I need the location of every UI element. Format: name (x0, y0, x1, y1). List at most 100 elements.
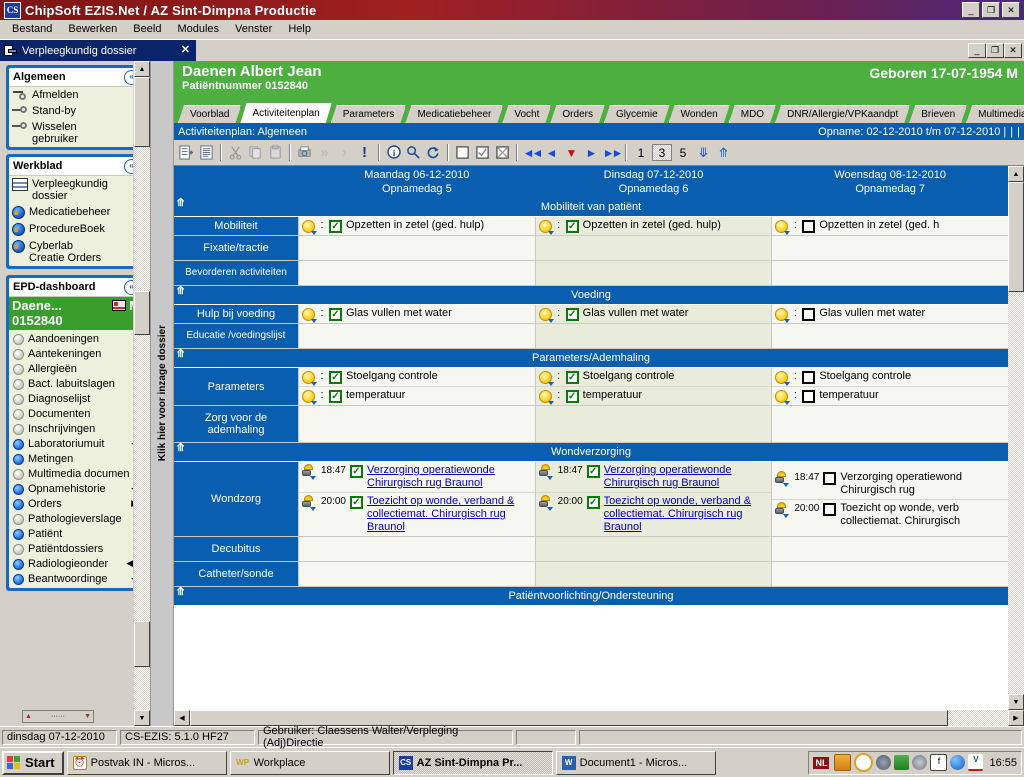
taskbar-item-workplace[interactable]: WP Workplace (229, 750, 390, 775)
grid-cell[interactable] (534, 406, 772, 442)
activity-entry[interactable]: 18:47 ✓ Verzorging operatiewonde Chirurg… (536, 462, 772, 492)
fast-forward-icon[interactable]: » (315, 143, 334, 162)
row-header[interactable]: Decubitus (174, 537, 298, 561)
sidebar-scroll-thumb-bottom[interactable] (134, 621, 150, 667)
mdi-tab-close-icon[interactable]: ✕ (181, 45, 190, 56)
grid-cell[interactable]: 18:47 Verzorging operatiewond Chirurgisc… (771, 462, 1008, 536)
dashboard-item-multimedia-documenten[interactable]: Multimedia documen (9, 466, 143, 481)
grid-cell[interactable] (771, 562, 1008, 586)
entry-checkbox[interactable]: ✓ (350, 496, 363, 509)
entry-checkbox[interactable]: ✓ (586, 465, 600, 478)
tab-brieven[interactable]: Brieven (909, 105, 967, 123)
entry-link[interactable]: Toezicht op wonde, verband & collectiema… (367, 495, 532, 534)
paste-icon[interactable] (266, 143, 285, 162)
section-collapse-icon[interactable]: ⤊ (176, 587, 185, 598)
inzage-dossier-strip[interactable]: Klik hier voor inzage dossier (150, 61, 174, 726)
grid-scroll-up-button[interactable]: ▲ (1008, 166, 1024, 182)
section-collapse-icon[interactable]: ⤊ (176, 349, 185, 360)
forward-icon[interactable]: › (335, 143, 354, 162)
sidebar-item-wisselen-gebruiker[interactable]: Wisselen gebruiker (9, 119, 143, 147)
entry-checkbox[interactable] (802, 308, 816, 321)
tab-mdo[interactable]: MDO (729, 105, 776, 123)
grid-cell[interactable] (534, 236, 772, 260)
sidebar-scroll-thumb-upper[interactable] (134, 77, 150, 147)
grid-cell[interactable]: 18:47 ✓ Verzorging operatiewonde Chirurg… (534, 462, 772, 536)
dashboard-item-opnamehistorie[interactable]: Opnamehistorie ◀◀ (9, 481, 143, 496)
grid-cell[interactable]: : ✓ Stoelgang controle : ✓ temperatuur (298, 368, 535, 405)
sidebar-scroll-down-button[interactable]: ▼ (134, 710, 150, 726)
activity-entry[interactable]: : ✓ temperatuur (535, 386, 772, 405)
entry-checkbox[interactable]: ✓ (586, 496, 600, 509)
activity-entry[interactable]: : ✓ Opzetten in zetel (ged. hulp) (536, 217, 772, 235)
dashboard-item-inschrijvingen[interactable]: Inschrijvingen (9, 421, 143, 436)
grid-cell[interactable] (298, 406, 535, 442)
child-close-button[interactable]: ✕ (1004, 43, 1022, 58)
grid-cell[interactable] (534, 261, 772, 285)
activity-entry[interactable]: : Opzetten in zetel (ged. h (772, 217, 1008, 235)
dashboard-item-aandoeningen[interactable]: Aandoeningen (9, 331, 143, 346)
entry-link[interactable]: Verzorging operatiewonde Chirurgisch rug… (367, 464, 532, 490)
entry-checkbox[interactable] (823, 471, 837, 485)
grid-scroll-thumb[interactable] (1008, 182, 1024, 292)
tab-glycemie[interactable]: Glycemie (604, 105, 670, 123)
tab-multimedia[interactable]: Multimedia (966, 105, 1024, 123)
grid-cell[interactable] (298, 562, 535, 586)
clock-icon[interactable] (854, 753, 874, 772)
section-collapse-icon[interactable]: ⤊ (176, 198, 185, 209)
nav-first-icon[interactable]: ◄◄ (522, 143, 544, 162)
sidebar-scroll-up-button[interactable]: ▲ (134, 61, 150, 77)
search-icon[interactable] (404, 143, 423, 162)
cut-icon[interactable] (226, 143, 245, 162)
minimize-button[interactable]: _ (962, 2, 980, 18)
menu-item-beeld[interactable]: Beeld (125, 21, 169, 37)
tab-medicatiebeheer[interactable]: Medicatiebeheer (405, 105, 503, 123)
grid-section-header-wondverzorging[interactable]: ⤊ Wondverzorging (174, 443, 1008, 462)
entry-checkbox[interactable]: ✓ (329, 371, 342, 384)
dashboard-item-diagnoselijst[interactable]: Diagnoselijst (9, 391, 143, 406)
taskbar-item-outlook[interactable]: ⏰ Postvak IN - Micros... (66, 750, 227, 775)
grid-scroll-right-button[interactable]: ▶ (1008, 710, 1024, 726)
tab-voorblad[interactable]: Voorblad (178, 105, 241, 123)
activity-entry[interactable]: : ✓ Opzetten in zetel (ged. hulp) (299, 217, 535, 235)
grid-cell[interactable]: : ✓ Stoelgang controle : ✓ temperatuur (534, 368, 772, 405)
grid-cell[interactable] (771, 236, 1008, 260)
virus-icon[interactable]: V (968, 754, 984, 771)
dashboard-item-laboratoriumuitslagen[interactable]: Laboratoriumuit ◀◀ (9, 436, 143, 451)
menu-item-bestand[interactable]: Bestand (4, 21, 60, 37)
activity-entry[interactable]: 18:47 ✓ Verzorging operatiewonde Chirurg… (299, 462, 535, 492)
dashboard-patient-banner[interactable]: Daene... M 0152840 (9, 297, 143, 330)
entry-checkbox[interactable]: ✓ (565, 220, 579, 233)
tray-clock[interactable]: 16:55 (989, 757, 1017, 769)
entry-checkbox[interactable]: ✓ (329, 220, 342, 233)
crossed-box-icon[interactable] (493, 143, 512, 162)
entry-checkbox[interactable]: ✓ (565, 390, 579, 403)
dashboard-item-radiologieonderzoeken[interactable]: Radiologieonder ◀◀◀ (9, 556, 143, 571)
grid-cell[interactable] (771, 537, 1008, 561)
sidebar-item-medicatiebeheer[interactable]: Medicatiebeheer (9, 204, 143, 221)
row-header[interactable]: Parameters (174, 368, 298, 405)
sidebar-panel-header-werkblad[interactable]: Werkblad « (9, 157, 143, 176)
entry-checkbox[interactable]: ✓ (329, 390, 342, 403)
new-record-icon[interactable] (177, 143, 196, 162)
row-header[interactable]: Wondzorg (174, 462, 298, 536)
entry-checkbox[interactable]: ✓ (565, 371, 579, 384)
tab-vocht[interactable]: Vocht (502, 105, 551, 123)
grid-cell[interactable] (298, 324, 535, 348)
sidebar-scrollbar[interactable]: ▲ ▼ (133, 61, 150, 726)
grid-cell[interactable] (771, 406, 1008, 442)
close-button[interactable]: ✕ (1002, 2, 1020, 18)
section-collapse-icon[interactable]: ⤊ (176, 286, 185, 297)
grid-cell[interactable]: : Stoelgang controle : temperatuur (771, 368, 1008, 405)
grid-cell[interactable]: : Glas vullen met water (771, 305, 1008, 323)
entry-checkbox[interactable] (802, 390, 816, 403)
activity-entry[interactable]: : ✓ Glas vullen met water (299, 305, 535, 323)
grid-cell[interactable] (534, 324, 772, 348)
child-maximize-button[interactable]: ❐ (986, 43, 1004, 58)
days-5-button[interactable]: 5 (673, 144, 693, 161)
row-header[interactable]: Mobiliteit (174, 217, 298, 235)
dashboard-item-patientdossiers[interactable]: Patiëntdossiers (9, 541, 143, 556)
dashboard-item-metingen[interactable]: Metingen (9, 451, 143, 466)
nav-last-icon[interactable]: ►► (602, 143, 624, 162)
sidebar-scroll-thumb-lower[interactable] (134, 291, 150, 335)
entry-checkbox[interactable]: ✓ (350, 465, 363, 478)
